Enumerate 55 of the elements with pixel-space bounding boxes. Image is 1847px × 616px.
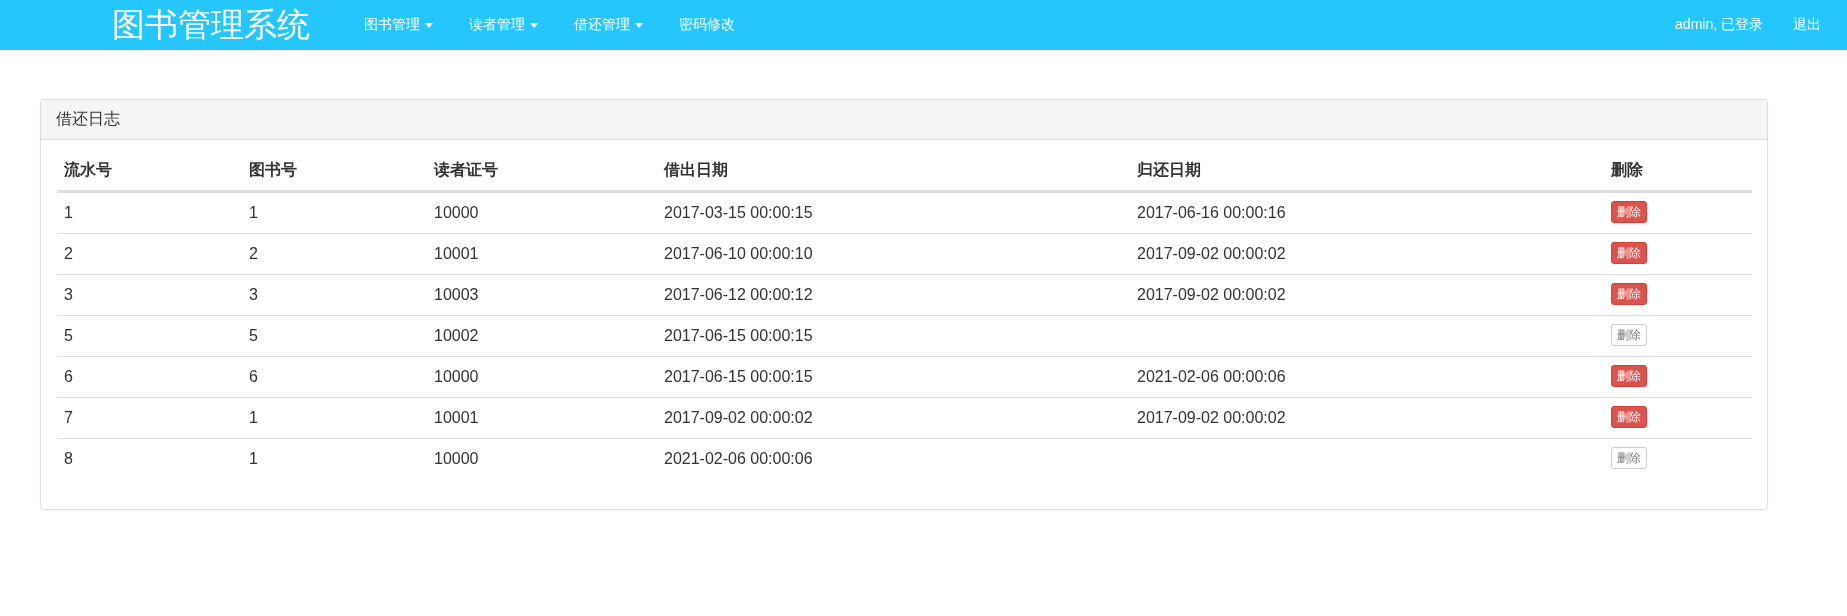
table-cell-text: 10000 xyxy=(433,203,480,223)
table-cell-text: 2017-06-15 00:00:15 xyxy=(663,326,814,346)
table-cell-text: 10000 xyxy=(433,449,480,469)
caret-icon xyxy=(425,22,433,28)
table-cell-text: 2021-02-06 00:00:06 xyxy=(1136,367,1287,387)
table-cell-text: 10002 xyxy=(433,326,480,346)
table-cell-text: 2017-09-02 00:00:02 xyxy=(663,408,814,428)
table-cell-text: 2017-09-02 00:00:02 xyxy=(1136,285,1287,305)
table-cell-text: 2017-06-12 00:00:12 xyxy=(663,285,814,305)
table-cell-text: 5 xyxy=(63,326,74,346)
table-cell-text: 3 xyxy=(248,285,259,305)
delete-button[interactable]: 删除 xyxy=(1611,242,1647,264)
table-cell-text: 2 xyxy=(63,244,74,264)
table-cell-text: 2017-03-15 00:00:15 xyxy=(663,203,814,223)
delete-button[interactable]: 删除 xyxy=(1611,283,1647,305)
column-header: 删除 xyxy=(1610,160,1644,180)
delete-button[interactable]: 删除 xyxy=(1611,201,1647,223)
table-cell-text: 2017-06-15 00:00:15 xyxy=(663,367,814,387)
table-cell-text: 2017-09-02 00:00:02 xyxy=(1136,408,1287,428)
column-header: 借出日期 xyxy=(662,160,729,180)
column-header: 图书号 xyxy=(248,160,298,180)
caret-icon xyxy=(635,22,643,28)
table-cell-text: 2017-06-16 00:00:16 xyxy=(1136,203,1287,223)
table-cell-text: 1 xyxy=(63,203,74,223)
table-cell-text: 1 xyxy=(248,449,259,469)
table-cell-text: 5 xyxy=(248,326,259,346)
table-cell-text: 10003 xyxy=(433,285,480,305)
table-cell-text: 6 xyxy=(248,367,259,387)
nav-menu-item[interactable]: 借还管理 xyxy=(556,16,661,34)
table-cell-text: 8 xyxy=(63,449,74,469)
panel-title: 借还日志 xyxy=(41,100,1767,140)
table-cell-text: 1 xyxy=(248,203,259,223)
delete-button[interactable]: 删除 xyxy=(1611,406,1647,428)
table-cell-text: 6 xyxy=(63,367,74,387)
table-cell-text: 3 xyxy=(63,285,74,305)
delete-button[interactable]: 删除 xyxy=(1611,365,1647,387)
table-cell-text: 10000 xyxy=(433,367,480,387)
column-header: 读者证号 xyxy=(432,160,499,180)
table-cell-text: 7 xyxy=(63,408,74,428)
login-status: admin, 已登录 xyxy=(1675,16,1763,34)
logout-link[interactable]: 退出 xyxy=(1793,16,1821,34)
table-cell-text: 1 xyxy=(248,408,259,428)
nav-menu-item[interactable]: 读者管理 xyxy=(451,16,556,34)
table-cell-text: 2 xyxy=(248,244,259,264)
caret-icon xyxy=(530,22,538,28)
table-cell-text: 10001 xyxy=(433,244,480,264)
column-header: 流水号 xyxy=(63,160,113,180)
table-cell-text: 2017-09-02 00:00:02 xyxy=(1136,244,1287,264)
nav-menu-item[interactable]: 图书管理 xyxy=(346,16,451,34)
table-cell-text: 2017-06-10 00:00:10 xyxy=(663,244,814,264)
app-title[interactable]: 图书管理系统 xyxy=(112,2,310,48)
table-cell-text: 10001 xyxy=(433,408,480,428)
column-header: 归还日期 xyxy=(1136,160,1202,180)
nav-menu-item[interactable]: 密码修改 xyxy=(661,16,753,34)
table-cell-text: 2021-02-06 00:00:06 xyxy=(663,449,814,469)
